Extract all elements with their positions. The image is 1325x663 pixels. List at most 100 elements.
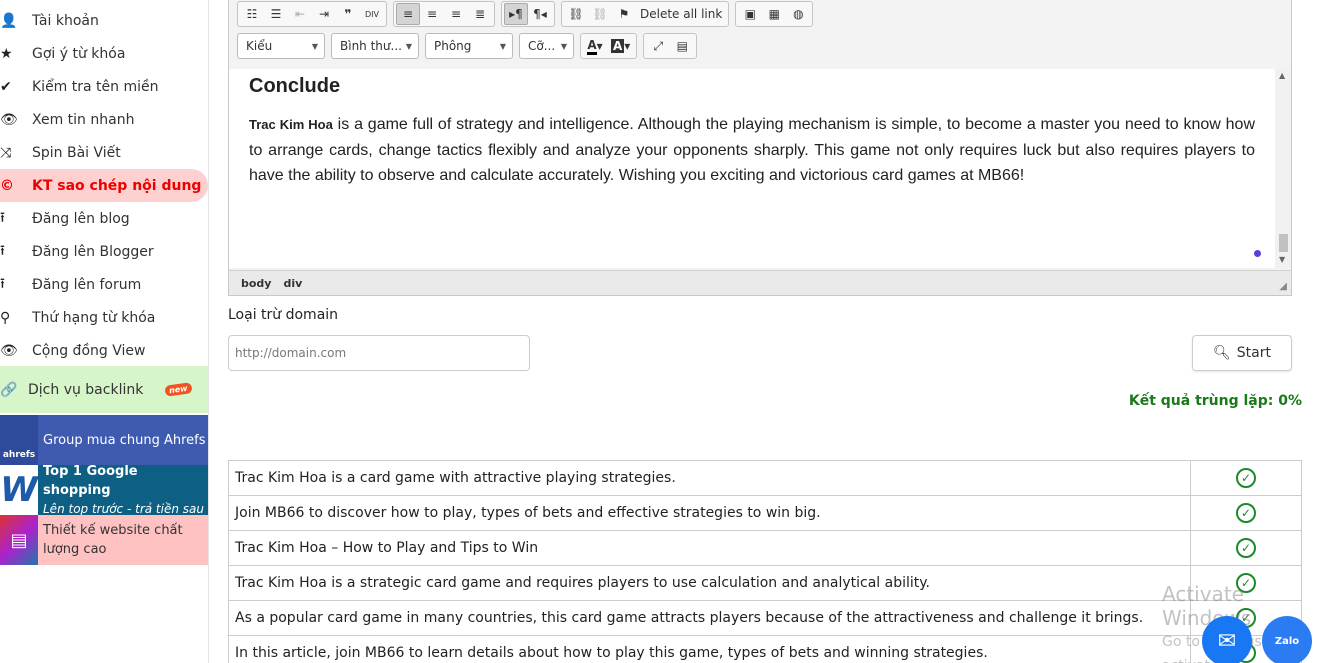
- sidebar-item-label: Đăng lên forum: [32, 276, 142, 293]
- table-row: Join MB66 to discover how to play, types…: [228, 495, 1302, 531]
- sidebar-item-backlink[interactable]: 🔗 Dịch vụ backlink new: [0, 366, 208, 413]
- sidebar-item[interactable]: ⭱ Đăng lên forum: [0, 268, 208, 301]
- promo-text: Thiết kế website chất lượng cao: [43, 523, 183, 557]
- indent-icon[interactable]: ⇥: [312, 3, 336, 25]
- grammar-dot-icon[interactable]: [1254, 250, 1261, 257]
- messenger-button[interactable]: ✉: [1202, 616, 1252, 663]
- user-icon: 👤: [0, 12, 18, 29]
- outdent-icon[interactable]: ⇤: [288, 3, 312, 25]
- sidebar-item[interactable]: ⚲ Thứ hạng từ khóa: [0, 301, 208, 334]
- scroll-up-icon[interactable]: ▲: [1279, 71, 1285, 80]
- content-bold-term: Trac Kim Hoa: [249, 117, 333, 132]
- size-select-label: Cỡ...: [528, 39, 556, 53]
- upload-icon: ⭱: [0, 275, 5, 292]
- promo-thumbnail: ahrefs: [0, 415, 38, 465]
- sidebar-item-label: Kiểm tra tên miền: [32, 78, 159, 95]
- color-group: A ▾ A ▾: [580, 33, 638, 59]
- sidebar-item[interactable]: 👁 Xem tin nhanh: [0, 103, 208, 136]
- resize-handle-icon[interactable]: ◢: [1279, 281, 1287, 292]
- check-icon: ✔: [0, 78, 12, 95]
- size-select[interactable]: Cỡ... ▼: [519, 33, 574, 59]
- align-right-icon[interactable]: ≡: [444, 3, 468, 25]
- check-circle-icon: ✓: [1236, 468, 1256, 488]
- format-select[interactable]: Bình thư... ▼: [331, 33, 419, 59]
- background-color-icon[interactable]: A ▾: [607, 35, 634, 57]
- scroll-down-icon[interactable]: ▼: [1279, 255, 1285, 264]
- sidebar-promo[interactable]: ahrefs Group mua chung Ahrefs: [0, 415, 208, 465]
- editor-scrollbar[interactable]: ▲ ▼: [1275, 69, 1291, 268]
- content-heading: Conclude: [249, 75, 341, 97]
- link-icon: 🔗: [0, 381, 18, 398]
- align-group: ≡ ≡ ≡ ≣: [393, 1, 495, 27]
- start-button[interactable]: 🔍︎ Start: [1192, 335, 1292, 371]
- copyright-icon: ©: [0, 177, 14, 194]
- div-icon[interactable]: DIV: [360, 3, 384, 25]
- link-group: ⛓ ⛓ ⚑ Delete all link: [561, 1, 730, 27]
- sidebar-item[interactable]: 👁 Cộng đồng View: [0, 334, 208, 367]
- promo-text: Group mua chung Ahrefs: [43, 432, 206, 448]
- sidebar-item[interactable]: 👤 Tài khoản: [0, 4, 208, 37]
- font-select[interactable]: Phông ▼: [425, 33, 513, 59]
- editor-content[interactable]: Conclude Trac Kim Hoa is a game full of …: [229, 69, 1275, 268]
- format-select-label: Bình thư...: [340, 39, 402, 53]
- search-icon: 🔍︎: [1213, 345, 1231, 361]
- sentence-cell: Join MB66 to discover how to play, types…: [228, 495, 1191, 531]
- eye-icon: 👁: [0, 342, 18, 359]
- rtl-icon[interactable]: ¶◂: [528, 3, 552, 25]
- sidebar-item[interactable]: ⭱ Đăng lên blog: [0, 202, 208, 235]
- sidebar-item[interactable]: ⭱ Đăng lên Blogger: [0, 235, 208, 268]
- insert-group: ▣ ▦ ◍: [735, 1, 814, 27]
- table-icon[interactable]: ▦: [762, 3, 786, 25]
- numbered-list-icon[interactable]: ☷: [240, 3, 264, 25]
- blockquote-icon[interactable]: ❞: [336, 3, 360, 25]
- anchor-flag-icon[interactable]: ⚑: [612, 3, 636, 25]
- element-path-bar: body div ◢: [229, 270, 1291, 295]
- sidebar-item-label: Dịch vụ backlink: [28, 381, 144, 398]
- table-row: Trac Kim Hoa – How to Play and Tips to W…: [228, 530, 1302, 566]
- chevron-down-icon: ▼: [405, 41, 412, 51]
- align-center-icon[interactable]: ≡: [420, 3, 444, 25]
- sidebar-item[interactable]: ✔ Kiểm tra tên miền: [0, 70, 208, 103]
- scrollbar-thumb[interactable]: [1279, 234, 1288, 252]
- table-row: As a popular card game in many countries…: [228, 600, 1302, 636]
- path-body[interactable]: body: [241, 277, 271, 290]
- zalo-button[interactable]: Zalo: [1262, 616, 1312, 663]
- domain-input[interactable]: [228, 335, 530, 371]
- image-icon[interactable]: ▣: [738, 3, 762, 25]
- duplicate-result: Kết quả trùng lặp: 0%: [1128, 393, 1302, 409]
- results-table: Trac Kim Hoa is a card game with attract…: [228, 460, 1302, 663]
- path-div[interactable]: div: [283, 277, 302, 290]
- sidebar-item-label: Thứ hạng từ khóa: [32, 309, 156, 326]
- align-justify-icon[interactable]: ≣: [468, 3, 492, 25]
- start-label: Start: [1236, 345, 1271, 361]
- sentence-cell: Trac Kim Hoa – How to Play and Tips to W…: [228, 530, 1191, 566]
- sentence-cell: As a popular card game in many countries…: [228, 600, 1191, 636]
- bullet-list-icon[interactable]: ☰: [264, 3, 288, 25]
- zalo-icon: Zalo: [1274, 635, 1300, 647]
- align-left-icon[interactable]: ≡: [396, 3, 420, 25]
- show-blocks-icon[interactable]: ▤: [670, 35, 694, 57]
- table-row: Trac Kim Hoa is a card game with attract…: [228, 460, 1302, 496]
- sidebar-item-label: Cộng đồng View: [32, 342, 146, 359]
- sidebar: 👤 Tài khoản ★ Gợi ý từ khóa ✔ Kiểm tra tên mi…: [0, 0, 209, 663]
- delete-all-link-button[interactable]: Delete all link: [636, 3, 726, 25]
- sidebar-item[interactable]: ⤨ Spin Bài Viết: [0, 136, 208, 169]
- sidebar-item[interactable]: ★ Gợi ý từ khóa: [0, 37, 208, 70]
- sidebar-item-label: KT sao chép nội dung: [32, 177, 202, 194]
- unlink-icon[interactable]: ⛓: [588, 3, 612, 25]
- new-badge: new: [164, 382, 193, 397]
- sidebar-item-label: Gợi ý từ khóa: [32, 45, 126, 62]
- ltr-icon[interactable]: ▸¶: [504, 3, 528, 25]
- chevron-down-icon: ▼: [499, 41, 506, 51]
- star-icon: ★: [0, 45, 13, 62]
- style-select[interactable]: Kiểu ▼: [237, 33, 325, 59]
- sidebar-promo[interactable]: ▤ Thiết kế website chất lượng cao: [0, 515, 208, 565]
- sidebar-promo[interactable]: W Top 1 Google shopping Lên top trước - tr…: [0, 464, 208, 516]
- maximize-icon[interactable]: ⤢: [646, 35, 670, 57]
- sidebar-item[interactable]: © KT sao chép nội dung: [0, 169, 208, 202]
- text-color-icon[interactable]: A ▾: [583, 35, 607, 57]
- search-icon: ⚲: [0, 309, 11, 326]
- chevron-down-icon: ▼: [311, 41, 318, 51]
- globe-icon[interactable]: ◍: [786, 3, 810, 25]
- link-icon[interactable]: ⛓: [564, 3, 588, 25]
